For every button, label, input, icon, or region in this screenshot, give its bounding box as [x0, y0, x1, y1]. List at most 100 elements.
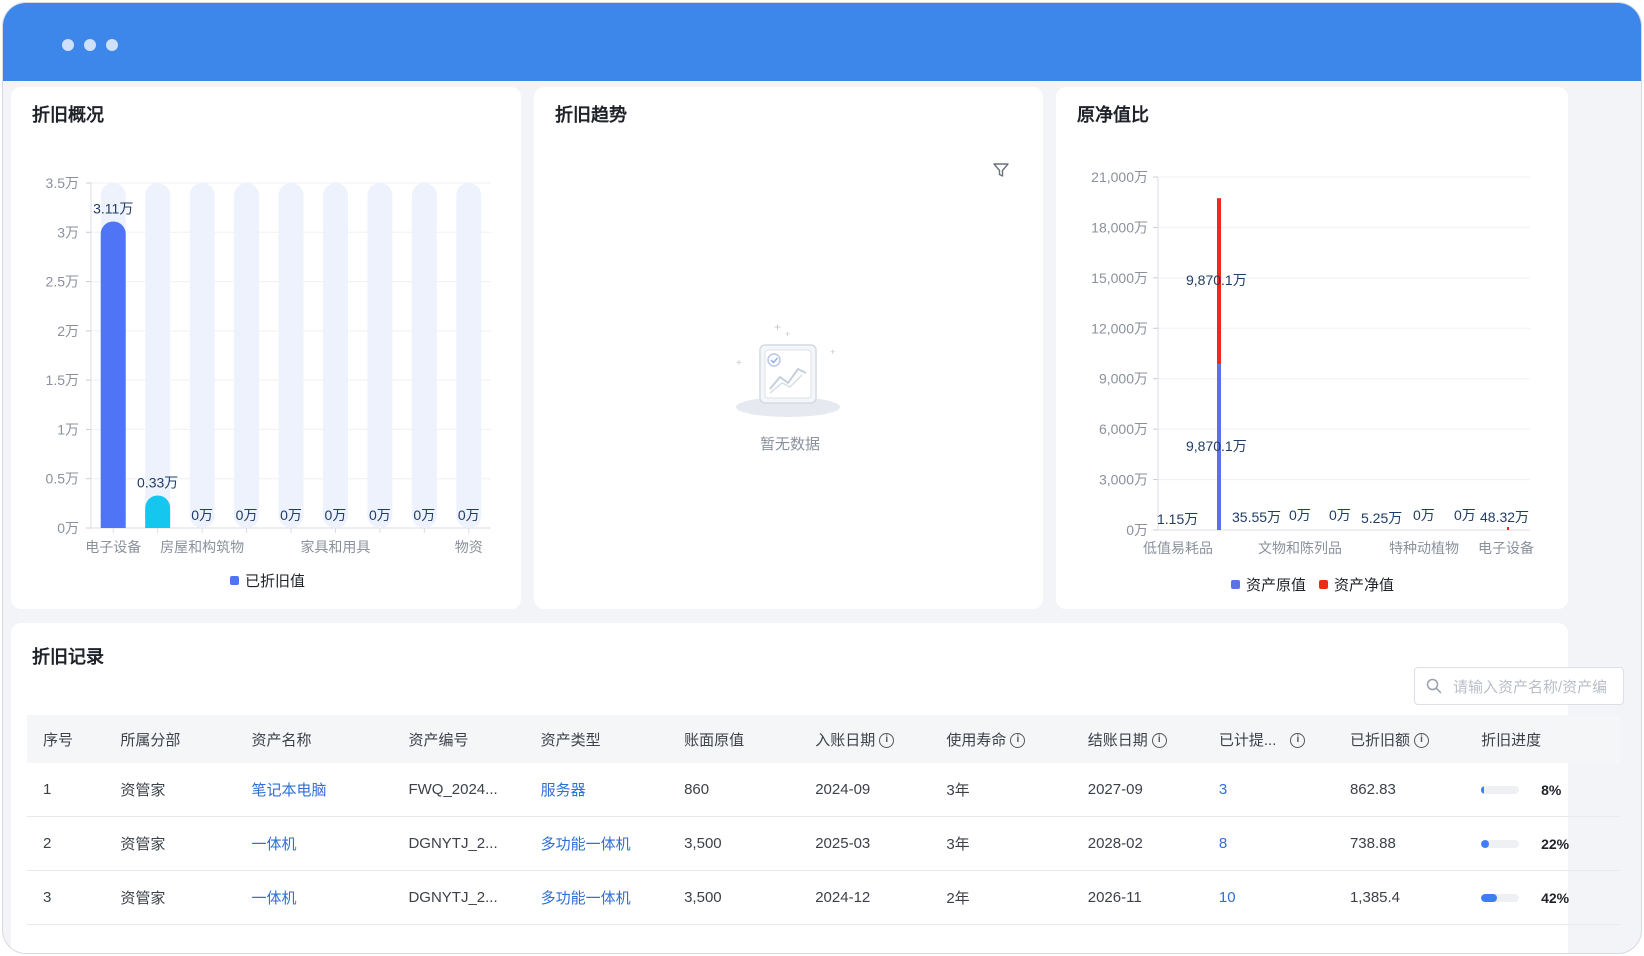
cell-asset-code: DGNYTJ_2...: [392, 816, 525, 871]
cell-no: 3: [27, 870, 105, 925]
bar-track: [278, 183, 304, 528]
header-label: 使用寿命: [946, 731, 1007, 749]
info-icon[interactable]: i: [879, 733, 895, 749]
cell-dept: 资管家: [104, 763, 236, 817]
y-tick-label: 15,000万: [1091, 270, 1148, 286]
progress-fill: [1481, 786, 1485, 795]
x-tick-label: 特种动植物: [1389, 540, 1459, 556]
window-dot[interactable]: [84, 39, 96, 51]
data-label: 0万: [413, 507, 435, 523]
header-asset-code[interactable]: 资产编号: [392, 715, 525, 763]
cell-asset-code: DGNYTJ_2...: [392, 870, 525, 925]
cell-asset-type-link[interactable]: 服务器: [524, 763, 669, 817]
data-label: 5.25万: [1361, 510, 1402, 526]
cell-book-value: 3,500: [668, 870, 800, 925]
info-icon[interactable]: i: [1151, 733, 1167, 749]
filter-icon[interactable]: [992, 161, 1010, 179]
header-label: 资产编号: [408, 731, 469, 749]
cell-life: 3年: [930, 763, 1072, 817]
cell-asset-type-link[interactable]: 多功能一体机: [524, 870, 669, 925]
table-row[interactable]: 1 资管家 笔记本电脑 FWQ_2024... 服务器 860 2024-09 …: [27, 763, 1620, 817]
records-title: 折旧记录: [32, 647, 104, 667]
cell-progress: 22%: [1465, 816, 1620, 871]
y-tick-label: 3.5万: [46, 175, 79, 191]
overview-card: 折旧概况 0万 0.5万 1万 1.5万 2万 2.5万 3万 3.5万 3.11万 电子设备 0.…: [11, 87, 521, 609]
data-label: 0万: [369, 507, 391, 523]
progress-bar: [1481, 840, 1520, 849]
window-dot[interactable]: [106, 39, 118, 51]
y-tick-label: 1.5万: [46, 372, 79, 388]
data-label: 0万: [1454, 507, 1476, 523]
search-icon: [1426, 678, 1442, 694]
cell-accrued-link[interactable]: 3: [1202, 763, 1334, 817]
y-tick-label: 3,000万: [1099, 472, 1148, 488]
info-icon[interactable]: i: [1010, 733, 1026, 749]
overview-chart: 0万 0.5万 1万 1.5万 2万 2.5万 3万 3.5万 3.11万电子设备 0.33万 0万…: [46, 175, 491, 590]
header-label: 序号: [43, 731, 74, 749]
cell-asset-name-link[interactable]: 一体机: [235, 816, 393, 871]
data-label: 0万: [458, 507, 480, 523]
header-label: 资产类型: [540, 731, 601, 749]
legend-marker: [1231, 580, 1240, 589]
bar-track: [189, 183, 215, 528]
data-label: 0万: [280, 507, 302, 523]
data-label: 9,870.1万: [1186, 438, 1247, 454]
header-dept[interactable]: 所属分部: [104, 715, 236, 763]
header-asset-type[interactable]: 资产类型: [524, 715, 669, 763]
y-tick-label: 6,000万: [1099, 421, 1148, 437]
header-label: 所属分部: [120, 731, 181, 749]
records-table: 序号 所属分部 资产名称 资产编号 资产类型 账面原值 入账日期 i 使用寿命 i …: [27, 715, 1620, 925]
y-tick-label: 0万: [1126, 522, 1148, 538]
x-tick-label: 家具和用具: [300, 539, 370, 555]
cell-asset-name-link[interactable]: 笔记本电脑: [235, 763, 393, 817]
cell-book-value: 3,500: [668, 816, 800, 871]
header-depreciated[interactable]: 已折旧额 i: [1333, 715, 1466, 763]
cell-entry-date: 2025-03: [799, 816, 931, 871]
progress-bar: [1481, 786, 1520, 795]
app-window: 折旧概况 0万 0.5万 1万 1.5万 2万 2.5万 3万 3.5万 3.11万 电子设备 0.…: [2, 2, 1642, 954]
header-asset-name[interactable]: 资产名称: [235, 715, 393, 763]
cell-accrued-link[interactable]: 10: [1202, 870, 1334, 925]
header-no[interactable]: 序号: [27, 715, 105, 763]
info-icon[interactable]: i: [1413, 733, 1429, 749]
legend-label: 已折旧值: [245, 573, 305, 590]
y-tick-label: 0.5万: [46, 471, 79, 487]
cell-asset-name-link[interactable]: 一体机: [235, 870, 393, 925]
header-label: 已计提...: [1218, 731, 1277, 749]
y-tick-label: 1万: [57, 421, 79, 437]
header-label: 已折旧额: [1349, 731, 1410, 749]
search-box[interactable]: [1414, 667, 1624, 705]
header-life[interactable]: 使用寿命 i: [930, 715, 1072, 763]
cell-no: 2: [27, 816, 105, 871]
cell-depreciated: 738.88: [1333, 816, 1466, 871]
cell-asset-type-link[interactable]: 多功能一体机: [524, 816, 669, 871]
y-tick-label: 18,000万: [1091, 219, 1148, 235]
data-label: 0万: [325, 507, 347, 523]
data-label: 0万: [1289, 507, 1311, 523]
header-entry-date[interactable]: 入账日期 i: [799, 715, 931, 763]
header-book-value[interactable]: 账面原值: [668, 715, 800, 763]
cell-progress: 42%: [1465, 870, 1620, 925]
data-label: 1.15万: [1157, 511, 1198, 527]
header-progress[interactable]: 折旧进度: [1465, 715, 1620, 763]
cell-accrued-link[interactable]: 8: [1202, 816, 1334, 871]
header-accrued[interactable]: 已计提... i: [1202, 715, 1334, 763]
bar-track: [411, 183, 437, 528]
data-label: 0万: [236, 507, 258, 523]
window-dot[interactable]: [62, 39, 74, 51]
table-row[interactable]: 2 资管家 一体机 DGNYTJ_2... 多功能一体机 3,500 2025-…: [27, 816, 1620, 871]
data-label: 35.55万: [1232, 509, 1281, 525]
svg-text:+: +: [830, 347, 835, 357]
x-tick-label: 物资: [455, 539, 483, 555]
y-tick-label: 12,000万: [1091, 320, 1148, 336]
search-input[interactable]: [1451, 676, 1621, 698]
header-close-date[interactable]: 结账日期 i: [1071, 715, 1203, 763]
cell-dept: 资管家: [104, 870, 236, 925]
progress-label: 42%: [1541, 890, 1570, 907]
table-row[interactable]: 3 资管家 一体机 DGNYTJ_2... 多功能一体机 3,500 2024-…: [27, 870, 1620, 925]
cell-book-value: 860: [668, 763, 800, 817]
cell-life: 3年: [930, 816, 1072, 871]
bar-track: [367, 183, 393, 528]
cell-dept: 资管家: [104, 816, 236, 871]
info-icon[interactable]: i: [1290, 733, 1306, 749]
